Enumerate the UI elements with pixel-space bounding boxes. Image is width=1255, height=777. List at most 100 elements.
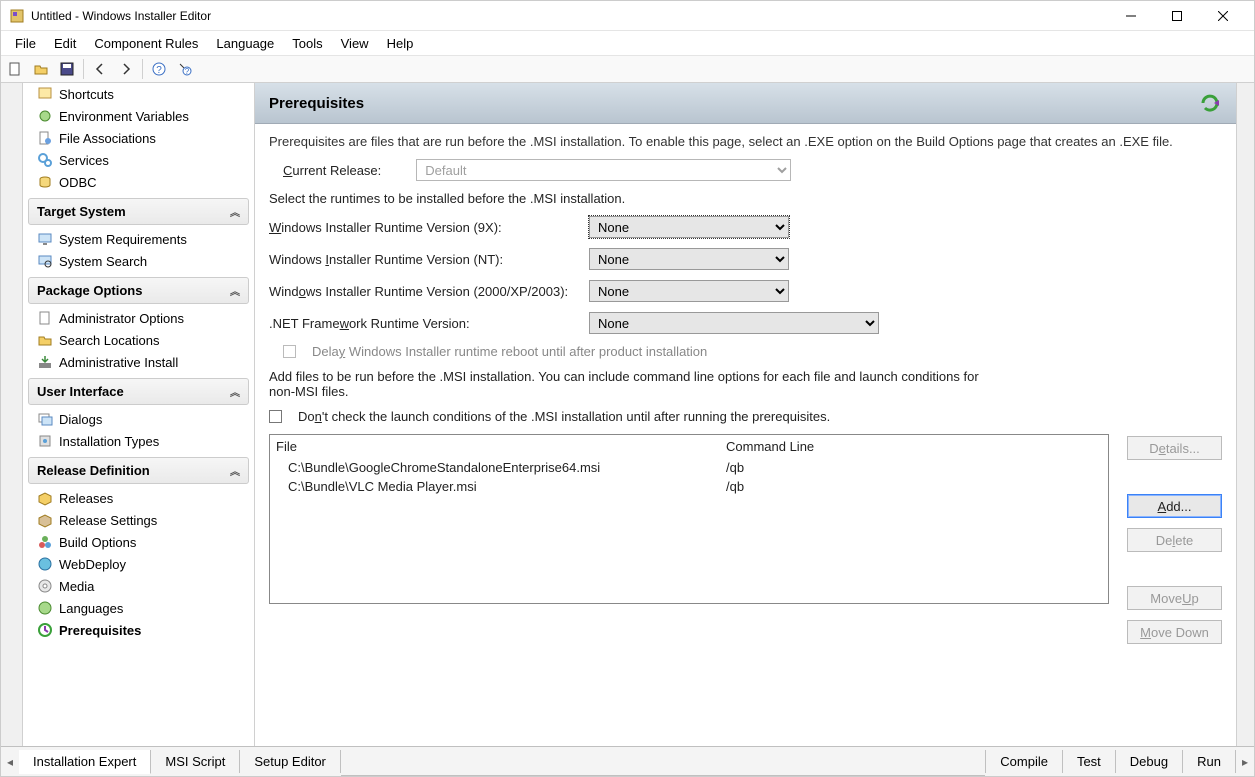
save-icon[interactable] [55, 58, 79, 80]
prerequisite-file-table[interactable]: File Command Line C:\Bundle\GoogleChrome… [269, 434, 1109, 604]
languages-icon [37, 600, 53, 616]
runtime-nt-label: Windows Installer Runtime Version (NT): [269, 252, 589, 267]
close-button[interactable] [1200, 1, 1246, 31]
sidebar-item-admin-opts[interactable]: Administrator Options [23, 307, 254, 329]
search-monitor-icon [37, 253, 53, 269]
forward-icon[interactable] [114, 58, 138, 80]
sidebar-item-admin-install[interactable]: Administrative Install [23, 351, 254, 373]
chevron-up-icon: ︽ [230, 204, 240, 219]
sidebar-item-services[interactable]: Services [23, 149, 254, 171]
sidebar-item-file-assoc[interactable]: File Associations [23, 127, 254, 149]
sidebar-item-label: Installation Types [59, 434, 159, 449]
file-assoc-icon [37, 130, 53, 146]
menu-help[interactable]: Help [379, 34, 422, 53]
tab-msi-script[interactable]: MSI Script [151, 750, 240, 773]
sidebar-item-label: System Requirements [59, 232, 187, 247]
install-icon [37, 354, 53, 370]
sidebar-item-webdeploy[interactable]: WebDeploy [23, 553, 254, 575]
sidebar-item-languages[interactable]: Languages [23, 597, 254, 619]
table-row[interactable]: C:\Bundle\GoogleChromeStandaloneEnterpri… [270, 458, 1108, 477]
tab-setup-editor[interactable]: Setup Editor [240, 750, 341, 773]
dont-check-checkbox[interactable] [269, 410, 282, 423]
folder-search-icon [37, 332, 53, 348]
tab-scroll-left-icon[interactable]: ◂ [1, 755, 19, 769]
net-runtime-select[interactable]: None [589, 312, 879, 334]
add-files-text: Add files to be run before the .MSI inst… [269, 369, 979, 399]
select-runtimes-text: Select the runtimes to be installed befo… [269, 191, 1222, 206]
sidebar-item-releases[interactable]: Releases [23, 487, 254, 509]
group-label: Package Options [37, 283, 142, 298]
delete-button: Delete [1127, 528, 1222, 552]
settings-box-icon [37, 512, 53, 528]
prerequisites-icon [37, 622, 53, 638]
new-icon[interactable] [3, 58, 27, 80]
runtime-nt-select[interactable]: None [589, 248, 789, 270]
details-button: Details... [1127, 436, 1222, 460]
sidebar-item-release-settings[interactable]: Release Settings [23, 509, 254, 531]
refresh-icon[interactable] [1198, 91, 1222, 115]
open-icon[interactable] [29, 58, 53, 80]
menu-tools[interactable]: Tools [284, 34, 330, 53]
group-label: Target System [37, 204, 126, 219]
col-cmd-header: Command Line [726, 439, 1102, 454]
group-user-interface[interactable]: User Interface ︽ [28, 378, 249, 405]
services-icon [37, 152, 53, 168]
runtime-2000-select[interactable]: None [589, 280, 789, 302]
page-description: Prerequisites are files that are run bef… [269, 134, 1222, 149]
group-target-system[interactable]: Target System ︽ [28, 198, 249, 225]
tab-installation-expert[interactable]: Installation Expert [19, 750, 151, 774]
sidebar-item-build-options[interactable]: Build Options [23, 531, 254, 553]
bottom-tab-bar: ◂ Installation Expert MSI Script Setup E… [1, 746, 1254, 776]
monitor-icon [37, 231, 53, 247]
net-label: .NET Framework Runtime Version: [269, 316, 589, 331]
sidebar: Shortcuts Environment Variables File Ass… [23, 83, 254, 746]
sidebar-item-prerequisites[interactable]: Prerequisites [23, 619, 254, 641]
sidebar-item-shortcuts[interactable]: Shortcuts [23, 83, 254, 105]
tab-run[interactable]: Run [1183, 750, 1236, 773]
content-panel: Prerequisites Prerequisites are files th… [255, 83, 1236, 746]
content-scrollbar[interactable] [1236, 83, 1254, 746]
menu-component-rules[interactable]: Component Rules [86, 34, 206, 53]
build-icon [37, 534, 53, 550]
page-title: Prerequisites [269, 95, 364, 112]
sidebar-item-odbc[interactable]: ODBC [23, 171, 254, 193]
help-icon[interactable]: ? [147, 58, 171, 80]
titlebar: Untitled - Windows Installer Editor [1, 1, 1254, 31]
tab-test[interactable]: Test [1063, 750, 1116, 773]
context-help-icon[interactable]: ? [173, 58, 197, 80]
minimize-button[interactable] [1108, 1, 1154, 31]
box-icon [37, 490, 53, 506]
tab-debug[interactable]: Debug [1116, 750, 1183, 773]
toolbar-separator [83, 59, 84, 79]
table-row[interactable]: C:\Bundle\VLC Media Player.msi /qb [270, 477, 1108, 496]
group-release-definition[interactable]: Release Definition ︽ [28, 457, 249, 484]
cell-file: C:\Bundle\VLC Media Player.msi [288, 479, 726, 494]
group-package-options[interactable]: Package Options ︽ [28, 277, 249, 304]
install-types-icon [37, 433, 53, 449]
add-button[interactable]: Add... [1127, 494, 1222, 518]
sidebar-item-media[interactable]: Media [23, 575, 254, 597]
tab-compile[interactable]: Compile [985, 750, 1063, 773]
menu-language[interactable]: Language [208, 34, 282, 53]
sidebar-item-label: ODBC [59, 175, 97, 190]
toolbar-separator [142, 59, 143, 79]
sidebar-scrollbar[interactable] [1, 83, 23, 746]
menu-edit[interactable]: Edit [46, 34, 84, 53]
svg-text:?: ? [185, 67, 190, 76]
maximize-button[interactable] [1154, 1, 1200, 31]
runtime-9x-select[interactable]: None [589, 216, 789, 238]
sidebar-item-sys-search[interactable]: System Search [23, 250, 254, 272]
tab-scroll-right-icon[interactable]: ▸ [1236, 755, 1254, 769]
menu-view[interactable]: View [333, 34, 377, 53]
sidebar-item-label: Languages [59, 601, 123, 616]
sidebar-item-dialogs[interactable]: Dialogs [23, 408, 254, 430]
back-icon[interactable] [88, 58, 112, 80]
current-release-select[interactable]: Default [416, 159, 791, 181]
col-file-header: File [276, 439, 726, 454]
menu-file[interactable]: File [7, 34, 44, 53]
sidebar-item-sys-req[interactable]: System Requirements [23, 228, 254, 250]
delay-reboot-label: Delay Windows Installer runtime reboot u… [312, 344, 707, 359]
sidebar-item-install-types[interactable]: Installation Types [23, 430, 254, 452]
sidebar-item-env-vars[interactable]: Environment Variables [23, 105, 254, 127]
sidebar-item-search-loc[interactable]: Search Locations [23, 329, 254, 351]
